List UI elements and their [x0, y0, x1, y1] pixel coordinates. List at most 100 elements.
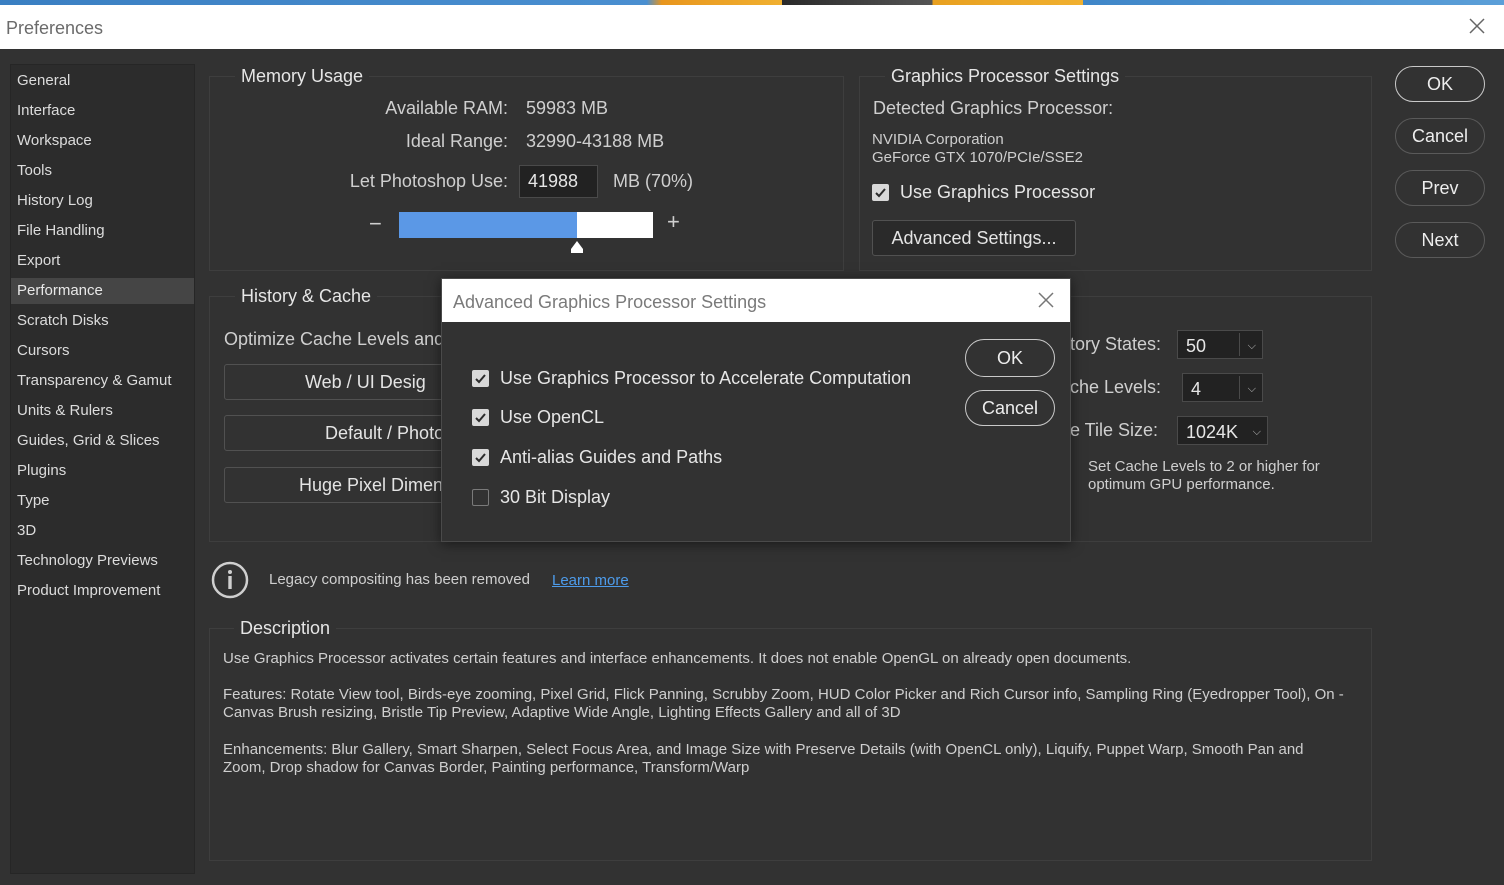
anti-alias-label: Anti-alias Guides and Paths: [500, 447, 723, 467]
sidebar-item-file-handling[interactable]: File Handling: [11, 218, 194, 244]
sidebar-item-label: Plugins: [17, 462, 67, 479]
memory-slider-thumb[interactable]: [570, 240, 584, 254]
cache-tile-size-combo[interactable]: 1024K ⌵: [1177, 416, 1268, 445]
description-paragraph-2: Features: Rotate View tool, Birds-eye zo…: [223, 686, 1344, 721]
ok-button[interactable]: OK: [1395, 66, 1485, 102]
next-button[interactable]: Next: [1395, 222, 1485, 258]
cache-levels-value: 4: [1191, 379, 1202, 399]
sidebar-item-label: Technology Previews: [17, 552, 158, 569]
sidebar-item-label: Guides, Grid & Slices: [17, 432, 160, 449]
increase-memory-button[interactable]: +: [667, 209, 680, 235]
description-group: Description Use Graphics Processor activ…: [209, 617, 1372, 861]
dialog-title: Advanced Graphics Processor Settings: [453, 292, 767, 312]
ideal-range-label: Ideal Range:: [405, 131, 508, 151]
sidebar-item-transparency-gamut[interactable]: Transparency & Gamut: [11, 368, 194, 394]
checkmark-icon: [475, 453, 486, 463]
sidebar-item-workspace[interactable]: Workspace: [11, 128, 194, 154]
sidebar-item-label: Units & Rulers: [17, 402, 113, 419]
preferences-body: General Interface Workspace Tools Histor…: [0, 49, 1504, 885]
info-icon: [211, 561, 249, 599]
sidebar-item-general[interactable]: General: [11, 68, 194, 94]
advanced-settings-button[interactable]: Advanced Settings...: [872, 220, 1076, 256]
gpu-settings-group: Graphics Processor Settings Detected Gra…: [859, 65, 1372, 271]
sidebar-item-label: General: [17, 72, 71, 89]
sidebar-item-units-rulers[interactable]: Units & Rulers: [11, 398, 194, 424]
memory-slider-fill: [399, 212, 577, 238]
30-bit-display-label: 30 Bit Display: [500, 487, 611, 507]
sidebar-item-label: Transparency & Gamut: [17, 372, 172, 389]
window-titlebar: Preferences: [0, 5, 1504, 49]
memory-use-unit: MB (70%): [613, 171, 694, 191]
cache-tile-size-value: 1024K: [1186, 422, 1239, 442]
advanced-gpu-settings-dialog: Advanced Graphics Processor Settings Use…: [441, 278, 1071, 542]
30-bit-display-checkbox[interactable]: [472, 489, 489, 506]
cancel-button[interactable]: Cancel: [1395, 118, 1485, 154]
sidebar-item-label: 3D: [17, 522, 37, 539]
memory-usage-group: Memory Usage Available RAM: 59983 MB Ide…: [209, 65, 844, 271]
sidebar-item-3d[interactable]: 3D: [11, 518, 194, 544]
sidebar-item-label: File Handling: [17, 222, 105, 239]
history-states-value: 50: [1186, 336, 1207, 356]
gpu-model: GeForce GTX 1070/PCIe/SSE2: [872, 149, 1083, 166]
dialog-cancel-button[interactable]: Cancel: [965, 390, 1055, 426]
description-title: Description: [234, 617, 337, 639]
history-cache-title: History & Cache: [235, 285, 378, 307]
sidebar-item-plugins[interactable]: Plugins: [11, 458, 194, 484]
description-paragraph-1: Use Graphics Processor activates certain…: [223, 650, 1132, 667]
sidebar-item-performance[interactable]: Performance: [11, 278, 194, 304]
sidebar-item-label: Tools: [17, 162, 53, 179]
accelerate-computation-checkbox[interactable]: [472, 370, 489, 387]
use-gpu-checkbox[interactable]: [872, 184, 889, 201]
decrease-memory-button[interactable]: −: [369, 211, 382, 237]
optimize-cache-label: Optimize Cache Levels and: [224, 329, 445, 349]
dialog-ok-button[interactable]: OK: [965, 339, 1055, 377]
dialog-titlebar: Advanced Graphics Processor Settings: [442, 279, 1070, 322]
legacy-compositing-text: Legacy compositing has been removed: [269, 571, 530, 588]
sidebar-item-scratch-disks[interactable]: Scratch Disks: [11, 308, 194, 334]
sidebar-item-technology-previews[interactable]: Technology Previews: [11, 548, 194, 574]
sidebar-item-label: History Log: [17, 192, 93, 209]
sidebar-item-label: Export: [17, 252, 61, 269]
sidebar-item-label: Performance: [17, 282, 103, 299]
sidebar-item-export[interactable]: Export: [11, 248, 194, 274]
available-ram-value: 59983 MB: [526, 98, 609, 118]
chevron-down-icon: ⌵: [1247, 340, 1256, 352]
gpu-settings-title: Graphics Processor Settings: [885, 65, 1126, 87]
close-icon[interactable]: [1036, 290, 1056, 310]
available-ram-label: Available RAM:: [385, 98, 508, 118]
prev-button[interactable]: Prev: [1395, 170, 1485, 206]
history-states-label: tory States:: [1070, 334, 1162, 354]
history-states-combo[interactable]: 50 ⌵: [1177, 330, 1263, 359]
sidebar-item-cursors[interactable]: Cursors: [11, 338, 194, 364]
sidebar-item-interface[interactable]: Interface: [11, 98, 194, 124]
checkmark-icon: [475, 413, 486, 423]
chevron-down-icon: ⌵: [1252, 426, 1261, 438]
sidebar: General Interface Workspace Tools Histor…: [10, 64, 195, 874]
ideal-range-value: 32990-43188 MB: [526, 131, 665, 151]
cache-levels-combo[interactable]: 4 ⌵: [1182, 373, 1263, 402]
sidebar-item-label: Cursors: [17, 342, 70, 359]
sidebar-item-tools[interactable]: Tools: [11, 158, 194, 184]
sidebar-item-label: Interface: [17, 102, 76, 119]
description-paragraph-3: Enhancements: Blur Gallery, Smart Sharpe…: [223, 741, 1304, 776]
sidebar-item-label: Scratch Disks: [17, 312, 109, 329]
use-opencl-label: Use OpenCL: [500, 407, 605, 427]
close-icon[interactable]: [1464, 13, 1490, 39]
memory-slider[interactable]: [399, 212, 653, 238]
sidebar-item-product-improvement[interactable]: Product Improvement: [11, 578, 194, 604]
sidebar-item-type[interactable]: Type: [11, 488, 194, 514]
checkmark-icon: [475, 374, 486, 384]
accelerate-computation-label: Use Graphics Processor to Accelerate Com…: [500, 368, 912, 388]
sidebar-item-guides-grid-slices[interactable]: Guides, Grid & Slices: [11, 428, 194, 454]
sidebar-item-label: Product Improvement: [17, 582, 161, 599]
use-gpu-label: Use Graphics Processor: [900, 182, 1096, 202]
photoshop-use-label: Let Photoshop Use:: [349, 171, 508, 191]
learn-more-link[interactable]: Learn more: [552, 572, 629, 589]
detected-gpu-label: Detected Graphics Processor:: [873, 98, 1114, 118]
sidebar-item-history-log[interactable]: History Log: [11, 188, 194, 214]
use-opencl-checkbox[interactable]: [472, 409, 489, 426]
memory-use-input[interactable]: 41988: [519, 165, 598, 198]
anti-alias-checkbox[interactable]: [472, 449, 489, 466]
window-title: Preferences: [6, 18, 104, 38]
cache-levels-label: che Levels:: [1070, 377, 1162, 397]
